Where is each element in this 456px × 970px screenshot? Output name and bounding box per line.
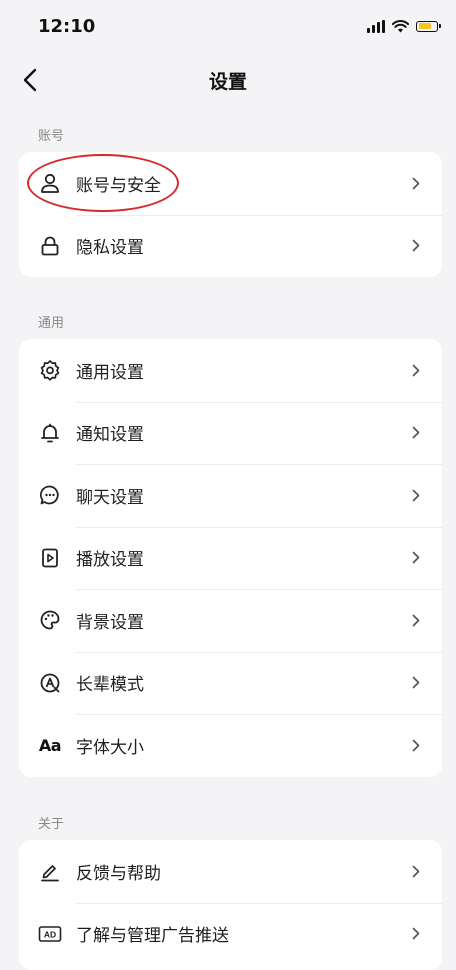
settings-row-account-security[interactable]: 账号与安全	[19, 152, 442, 215]
row-label: 通知设置	[76, 425, 144, 446]
section-label-general: 通用	[38, 316, 65, 331]
elder-mode-icon	[38, 671, 62, 695]
row-label: 播放设置	[76, 550, 144, 571]
settings-row-playback[interactable]: 播放设置	[19, 526, 442, 590]
user-icon	[38, 171, 62, 195]
section-label-account: 账号	[38, 129, 65, 144]
settings-row-notifications[interactable]: 通知设置	[19, 401, 442, 465]
palette-icon	[38, 608, 62, 632]
settings-row-ad-management[interactable]: AD 了解与管理广告推送	[19, 902, 442, 966]
chevron-right-icon	[412, 363, 422, 377]
chevron-right-icon	[412, 738, 422, 752]
status-icons	[367, 18, 441, 34]
settings-row-chat[interactable]: 聊天设置	[19, 464, 442, 527]
row-label: 隐私设置	[76, 238, 144, 259]
settings-row-privacy[interactable]: 隐私设置	[19, 214, 442, 278]
row-label: 通用设置	[76, 362, 144, 383]
battery-icon	[416, 20, 441, 32]
row-label: 字体大小	[76, 737, 144, 758]
font-size-icon: Aa	[38, 735, 62, 755]
row-label: 账号与安全	[76, 175, 161, 196]
svg-text:AD: AD	[44, 929, 56, 939]
row-label: 长辈模式	[76, 675, 144, 696]
play-icon	[38, 546, 62, 570]
chevron-right-icon	[412, 613, 422, 627]
navigation-bar: 设置	[0, 56, 456, 104]
chat-bubble-icon	[38, 483, 62, 507]
settings-row-general[interactable]: 通用设置	[19, 339, 442, 402]
gear-icon	[38, 358, 62, 382]
row-label: 背景设置	[76, 612, 144, 633]
chevron-right-icon	[412, 551, 422, 565]
account-settings-card: 账号与安全 隐私设置	[19, 152, 442, 277]
general-settings-card: 通用设置 通知设置 聊天设置 播放设置 背景设置 长辈模式 Aa 字体大小	[19, 339, 442, 777]
about-settings-card: 反馈与帮助 AD 了解与管理广告推送	[19, 840, 442, 970]
edit-pen-icon	[38, 859, 62, 883]
cellular-signal-icon	[367, 19, 385, 33]
chevron-right-icon	[412, 864, 422, 878]
status-time: 12:10	[38, 16, 96, 37]
settings-row-elder-mode[interactable]: 长辈模式	[19, 651, 442, 715]
ad-icon: AD	[38, 922, 62, 946]
lock-icon	[38, 234, 62, 258]
wifi-icon	[392, 19, 409, 32]
chevron-right-icon	[412, 927, 422, 941]
bell-icon	[38, 421, 62, 445]
page-title: 设置	[208, 71, 247, 93]
settings-row-background[interactable]: 背景设置	[19, 589, 442, 652]
chevron-right-icon	[412, 676, 422, 690]
row-label: 聊天设置	[76, 487, 144, 508]
chevron-right-icon	[412, 176, 422, 190]
status-bar: 12:10	[0, 0, 456, 52]
section-label-about: 关于	[38, 817, 65, 832]
chevron-right-icon	[412, 239, 422, 253]
chevron-right-icon	[412, 426, 422, 440]
settings-row-font-size[interactable]: Aa 字体大小	[19, 714, 442, 777]
chevron-right-icon	[412, 488, 422, 502]
row-label: 了解与管理广告推送	[76, 926, 229, 947]
settings-row-feedback[interactable]: 反馈与帮助	[19, 840, 442, 903]
row-label: 反馈与帮助	[76, 863, 161, 884]
